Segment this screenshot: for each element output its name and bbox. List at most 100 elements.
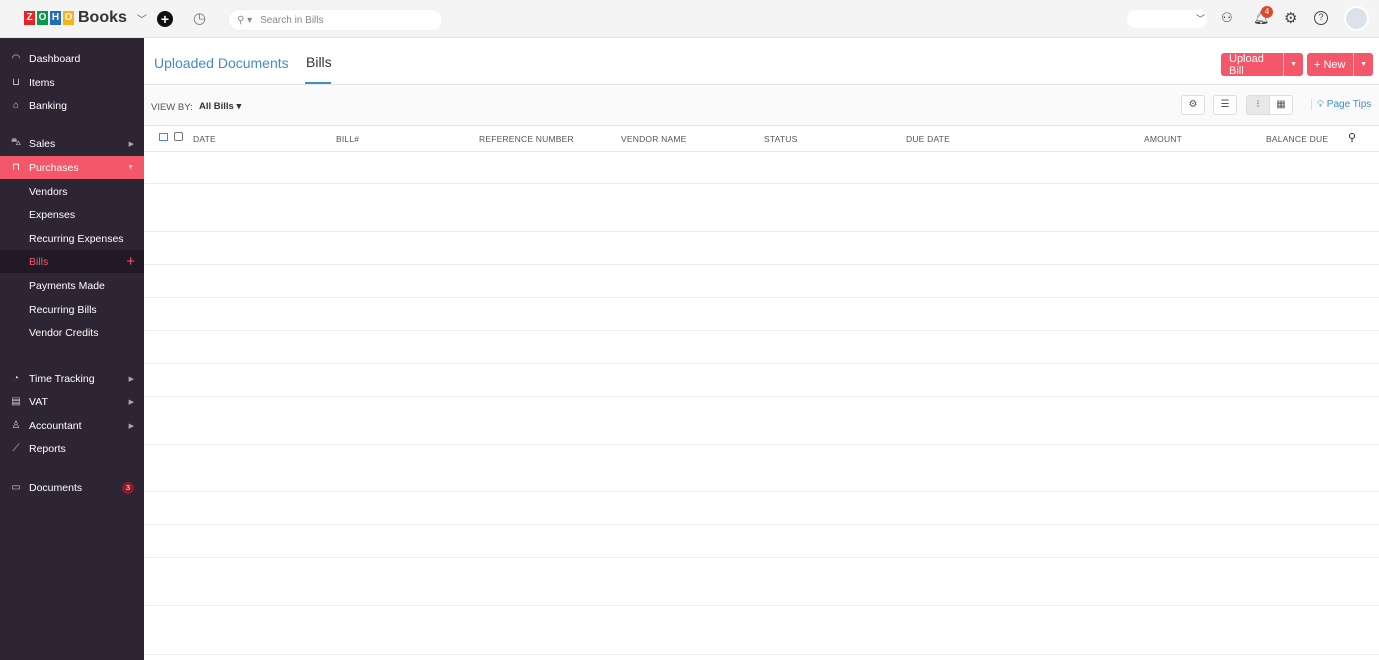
- sidebar-item-label: Reports: [29, 442, 66, 455]
- avatar[interactable]: [1344, 6, 1369, 31]
- users-icon[interactable]: ⚇: [1221, 10, 1233, 26]
- settings-gear-button[interactable]: ⚙: [1181, 95, 1205, 115]
- page-tips-label: Page Tips: [1326, 99, 1372, 110]
- table-row[interactable]: [144, 525, 1379, 558]
- sidebar-item-time-tracking[interactable]: ◔ Time Tracking ▶: [0, 367, 144, 390]
- column-reference-number[interactable]: REFERENCE NUMBER: [479, 134, 574, 144]
- chevron-right-icon: ▶: [128, 398, 134, 406]
- sidebar-item-label: Payments Made: [29, 279, 105, 292]
- sidebar-item-label: Recurring Bills: [29, 303, 97, 316]
- main-content: Uploaded Documents Bills Upload Bill ▼ +…: [144, 38, 1379, 660]
- new-label: + New: [1314, 58, 1346, 71]
- folder-icon: ▭: [11, 482, 21, 493]
- page-tips-link[interactable]: 💡︎ Page Tips: [1311, 99, 1371, 110]
- table-row[interactable]: [144, 298, 1379, 331]
- gear-icon[interactable]: ⚙: [1284, 9, 1297, 27]
- chevron-right-icon: ▶: [128, 422, 134, 430]
- column-amount[interactable]: AMOUNT: [1144, 134, 1182, 144]
- sidebar-item-label: Items: [29, 76, 55, 89]
- chevron-down-icon[interactable]: ﹀: [137, 11, 147, 26]
- sidebar-item-documents[interactable]: ▭ Documents 3: [0, 476, 144, 499]
- product-name: Books: [78, 9, 127, 26]
- bag-icon: ⊓: [12, 162, 20, 173]
- sidebar-item-payments-made[interactable]: Payments Made: [0, 274, 144, 297]
- zoho-books-logo[interactable]: Z O H O Books ﹀: [24, 9, 147, 27]
- table-row[interactable]: [144, 445, 1379, 492]
- search-input[interactable]: ⚲ ▾ Search in Bills: [228, 9, 443, 31]
- table-row[interactable]: [144, 606, 1379, 655]
- column-bill-number[interactable]: BILL#: [336, 134, 359, 144]
- documents-badge: 3: [122, 481, 134, 494]
- basket-icon: ⊔: [12, 77, 20, 88]
- sidebar-item-label: Expenses: [29, 208, 76, 221]
- search-placeholder: Search in Bills: [260, 14, 324, 26]
- sidebar-item-items[interactable]: ⊔ Items: [0, 71, 144, 94]
- chevron-down-icon[interactable]: ﹀: [1196, 12, 1205, 25]
- column-due-date[interactable]: DUE DATE: [906, 134, 950, 144]
- table-row[interactable]: [144, 152, 1379, 184]
- logo-letter: O: [63, 11, 74, 25]
- sidebar-item-recurring-expenses[interactable]: Recurring Expenses: [0, 227, 144, 250]
- sidebar-item-accountant[interactable]: ♙ Accountant ▶: [0, 414, 144, 437]
- add-bill-icon[interactable]: +: [126, 253, 135, 270]
- sidebar-item-vendors[interactable]: Vendors: [0, 180, 144, 203]
- table-row[interactable]: [144, 265, 1379, 298]
- help-icon[interactable]: ?: [1314, 11, 1328, 25]
- sidebar-item-label: VAT: [29, 395, 48, 408]
- calendar-icon: ▦: [1276, 99, 1286, 110]
- sidebar-item-expenses[interactable]: Expenses: [0, 203, 144, 226]
- sidebar-item-banking[interactable]: ⌂ Banking: [0, 94, 144, 117]
- tab-bills[interactable]: Bills: [306, 54, 332, 70]
- select-all-checkbox[interactable]: [174, 132, 183, 141]
- list-icon: ⁝: [1256, 99, 1260, 110]
- chevron-down-icon: ▼: [127, 164, 134, 171]
- lightbulb-icon: 💡︎: [1317, 99, 1324, 110]
- column-chooser-icon[interactable]: [159, 133, 168, 141]
- sidebar-item-purchases[interactable]: ⊓ Purchases ▼: [0, 156, 144, 179]
- tab-uploaded-documents[interactable]: Uploaded Documents: [154, 55, 289, 71]
- column-status[interactable]: STATUS: [764, 134, 797, 144]
- tab-bar: Uploaded Documents Bills Upload Bill ▼ +…: [144, 38, 1379, 85]
- column-date[interactable]: DATE: [193, 134, 216, 144]
- dashboard-icon: ◠: [11, 53, 21, 64]
- column-vendor-name[interactable]: VENDOR NAME: [621, 134, 687, 144]
- org-switcher[interactable]: [1127, 10, 1207, 28]
- sidebar-item-bills[interactable]: Bills +: [0, 250, 144, 273]
- sidebar-item-recurring-bills[interactable]: Recurring Bills: [0, 298, 144, 321]
- table-row[interactable]: [144, 558, 1379, 606]
- table-row[interactable]: [144, 232, 1379, 265]
- sidebar-item-dashboard[interactable]: ◠ Dashboard: [0, 47, 144, 70]
- table-row[interactable]: [144, 397, 1379, 445]
- view-by-dropdown[interactable]: All Bills ▾: [199, 101, 241, 112]
- bank-icon: ⌂: [12, 100, 20, 111]
- new-bill-button[interactable]: + New ▼: [1307, 53, 1373, 76]
- menu-button[interactable]: ☰: [1213, 95, 1237, 115]
- sidebar-item-vat[interactable]: ▤ VAT ▶: [0, 390, 144, 413]
- sidebar-item-label: Accountant: [29, 419, 82, 432]
- sidebar-item-label: Time Tracking: [29, 372, 95, 385]
- table-row[interactable]: [144, 364, 1379, 397]
- calendar-view-button[interactable]: ▦: [1269, 95, 1293, 115]
- logo-letter: H: [50, 11, 61, 25]
- logo-letter: O: [37, 11, 48, 25]
- table-row[interactable]: [144, 492, 1379, 525]
- table-row[interactable]: [144, 184, 1379, 232]
- sidebar-item-reports[interactable]: ⟋ Reports: [0, 437, 144, 460]
- sidebar: ◠ Dashboard ⊔ Items ⌂ Banking ⛍ Sales ▶ ⊓ Purc…: [0, 38, 144, 660]
- list-view-button[interactable]: ⁝: [1246, 95, 1270, 115]
- notification-badge: 4: [1261, 6, 1273, 18]
- history-icon[interactable]: ◷: [193, 9, 206, 27]
- sidebar-item-sales[interactable]: ⛍ Sales ▶: [0, 132, 144, 155]
- search-icon[interactable]: ⚲: [1348, 131, 1356, 144]
- upload-dropdown-icon[interactable]: ▼: [1283, 53, 1303, 76]
- sidebar-item-vendor-credits[interactable]: Vendor Credits: [0, 321, 144, 344]
- top-bar: Z O H O Books ﹀ + ◷ ⚲ ▾ Search in Bills …: [0, 0, 1379, 38]
- hamburger-icon: ☰: [1220, 99, 1230, 110]
- quick-create-icon[interactable]: +: [157, 11, 173, 27]
- upload-bill-button[interactable]: Upload Bill ▼: [1221, 53, 1303, 77]
- column-balance-due[interactable]: BALANCE DUE: [1266, 134, 1328, 144]
- view-by-value: All Bills: [199, 101, 234, 112]
- new-dropdown-icon[interactable]: ▼: [1353, 53, 1373, 76]
- table-row[interactable]: [144, 331, 1379, 364]
- sidebar-item-label: Vendor Credits: [29, 326, 99, 339]
